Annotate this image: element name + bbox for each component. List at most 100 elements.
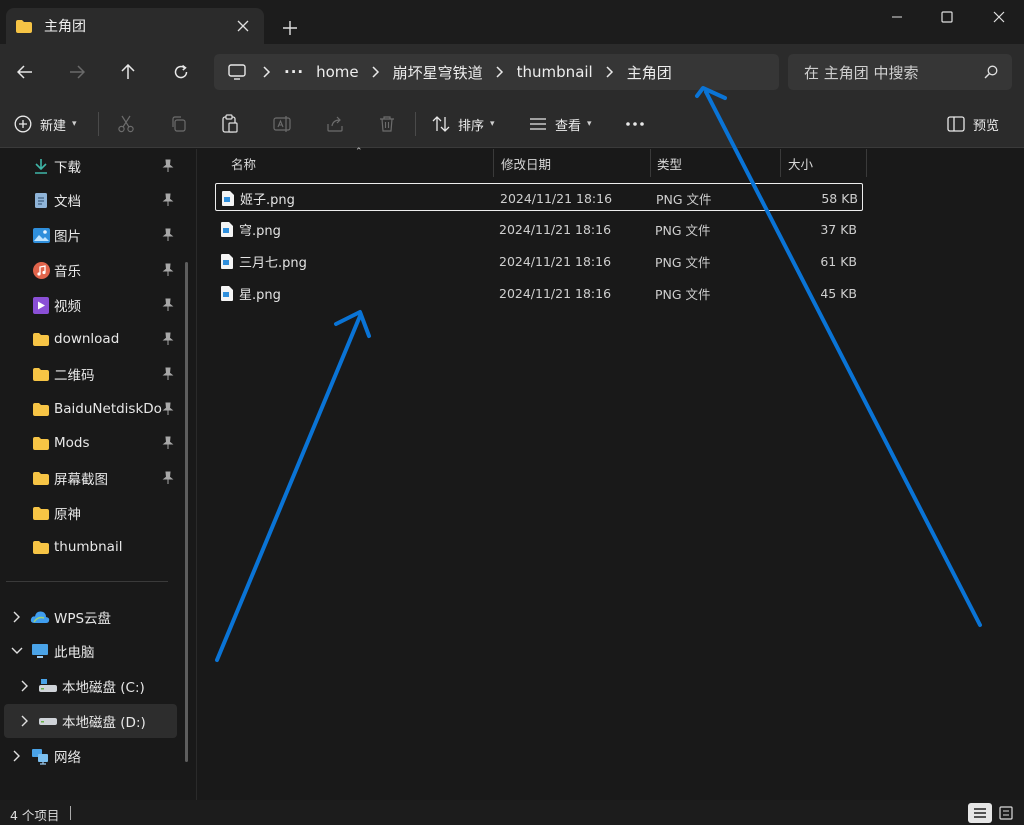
pin-icon: [162, 298, 174, 311]
sidebar-item-mods[interactable]: Mods: [0, 426, 180, 460]
new-button[interactable]: 新建 ▾: [14, 108, 77, 140]
sidebar-item-qrcode[interactable]: 二维码: [0, 357, 180, 391]
file-modified: 2024/11/21 18:16: [499, 253, 612, 269]
new-tab-button[interactable]: [276, 14, 304, 42]
breadcrumb-item[interactable]: 崩坏星穹铁道: [387, 62, 489, 83]
cut-button[interactable]: [117, 108, 135, 140]
sidebar-item-music[interactable]: 音乐: [0, 253, 180, 287]
refresh-icon: [174, 64, 188, 79]
sidebar-item-label: 屏幕截图: [54, 472, 108, 488]
sidebar-item-label: 二维码: [54, 368, 95, 384]
tab-close-icon[interactable]: [230, 13, 256, 39]
view-button[interactable]: 查看 ▾: [529, 108, 592, 140]
computer-icon: [30, 642, 50, 660]
view-label: 查看: [555, 118, 582, 134]
folder-icon: [32, 434, 50, 452]
breadcrumb-item[interactable]: home: [310, 63, 365, 81]
tiles-view-button[interactable]: [994, 803, 1018, 823]
sidebar-item-downloads[interactable]: 下载: [0, 149, 180, 183]
file-row[interactable]: 姬子.png 2024/11/21 18:16 PNG 文件 58 KB: [215, 183, 863, 211]
more-options-button[interactable]: [625, 108, 645, 140]
search-input[interactable]: 在 主角团 中搜索: [804, 62, 976, 83]
up-button[interactable]: [111, 56, 145, 88]
breadcrumb-item[interactable]: thumbnail: [511, 63, 599, 81]
sort-button[interactable]: 排序 ▾: [432, 108, 495, 140]
sidebar-item-genshin[interactable]: 原神: [0, 496, 180, 530]
sidebar-item-wps-cloud[interactable]: WPS云盘: [4, 600, 177, 634]
tab-current[interactable]: 主角团: [6, 8, 264, 44]
more-crumbs-icon[interactable]: ···: [278, 63, 310, 81]
column-divider[interactable]: [866, 149, 867, 177]
refresh-button[interactable]: [164, 56, 198, 88]
pin-icon: [162, 263, 174, 276]
column-header-name[interactable]: 名称: [231, 149, 256, 177]
maximize-button[interactable]: [922, 0, 972, 34]
sidebar-scrollbar[interactable]: [185, 262, 188, 762]
sidebar-item-download-folder[interactable]: download: [0, 322, 180, 356]
folder-icon: [16, 19, 32, 33]
close-window-button[interactable]: [974, 0, 1024, 34]
chevron-right-icon: [256, 54, 278, 90]
file-row[interactable]: 穹.png 2024/11/21 18:16 PNG 文件 37 KB: [215, 215, 863, 243]
rename-button[interactable]: [273, 108, 293, 140]
chevron-right-icon[interactable]: [10, 610, 24, 624]
file-name: 星.png: [239, 287, 281, 303]
preview-pane-button[interactable]: 预览: [947, 108, 999, 140]
sidebar-item-videos[interactable]: 视频: [0, 288, 180, 322]
copy-button[interactable]: [170, 108, 188, 140]
column-header-label: 名称: [231, 156, 257, 172]
png-file-icon: [221, 221, 233, 237]
forward-button[interactable]: [60, 56, 94, 88]
png-file-icon: [221, 253, 233, 269]
breadcrumb-current[interactable]: 主角团: [621, 62, 678, 83]
sidebar-item-label: 网络: [54, 750, 81, 766]
sidebar-item-screenshots[interactable]: 屏幕截图: [0, 461, 180, 495]
address-bar[interactable]: ··· home 崩坏星穹铁道 thumbnail 主角团: [214, 54, 779, 90]
title-bar: 主角团: [0, 0, 1024, 44]
sidebar-item-network[interactable]: 网络: [4, 739, 177, 773]
sidebar-item-baidunetdisk[interactable]: BaiduNetdiskDownload: [0, 392, 180, 426]
delete-button[interactable]: [378, 108, 396, 140]
column-divider[interactable]: [493, 149, 494, 177]
status-bar: 4 个项目: [0, 800, 1024, 825]
search-box[interactable]: 在 主角团 中搜索: [788, 54, 1012, 90]
minimize-button[interactable]: [872, 0, 922, 34]
column-header-type[interactable]: 类型: [657, 149, 682, 177]
chevron-right-icon[interactable]: [18, 679, 32, 693]
sidebar-item-label: 图片: [54, 229, 81, 245]
monitor-icon: [228, 64, 246, 80]
sidebar-item-drive-c[interactable]: 本地磁盘 (C:): [4, 669, 177, 703]
share-button[interactable]: [326, 108, 344, 140]
trash-icon: [380, 116, 394, 132]
chevron-right-icon[interactable]: [18, 714, 32, 728]
chevron-right-icon[interactable]: [10, 749, 24, 763]
file-row[interactable]: 星.png 2024/11/21 18:16 PNG 文件 45 KB: [215, 279, 863, 307]
pin-icon: [162, 193, 174, 206]
drive-icon: [38, 677, 58, 695]
back-button[interactable]: [8, 56, 42, 88]
file-name-cell: 三月七.png: [221, 247, 307, 275]
sidebar-item-label: Mods: [54, 435, 90, 451]
file-size: 61 KB: [820, 253, 857, 269]
sidebar-item-drive-d[interactable]: 本地磁盘 (D:): [4, 704, 177, 738]
column-header-size[interactable]: 大小: [788, 149, 813, 177]
sidebar-item-documents[interactable]: 文档: [0, 183, 180, 217]
paste-button[interactable]: [221, 108, 239, 140]
file-row[interactable]: 三月七.png 2024/11/21 18:16 PNG 文件 61 KB: [215, 247, 863, 275]
file-type: PNG 文件: [655, 222, 711, 238]
address-row: ··· home 崩坏星穹铁道 thumbnail 主角团 在 主角团 中搜索: [0, 44, 1024, 100]
sidebar-item-thumbnail[interactable]: thumbnail: [0, 530, 180, 564]
column-header-modified[interactable]: 修改日期: [501, 149, 551, 177]
chevron-down-icon[interactable]: [10, 644, 24, 658]
sidebar-item-pictures[interactable]: 图片: [0, 218, 180, 252]
column-divider[interactable]: [650, 149, 651, 177]
folder-icon: [32, 469, 50, 487]
chevron-right-icon: [365, 54, 387, 90]
sidebar-item-label: 本地磁盘 (D:): [62, 715, 146, 731]
folder-icon: [32, 400, 50, 418]
command-bar: 新建 ▾ 排序 ▾ 查看 ▾ 预览: [0, 100, 1024, 148]
sidebar-item-this-pc[interactable]: 此电脑: [4, 634, 177, 668]
details-view-button[interactable]: [968, 803, 992, 823]
search-icon[interactable]: [976, 57, 1006, 87]
column-divider[interactable]: [780, 149, 781, 177]
